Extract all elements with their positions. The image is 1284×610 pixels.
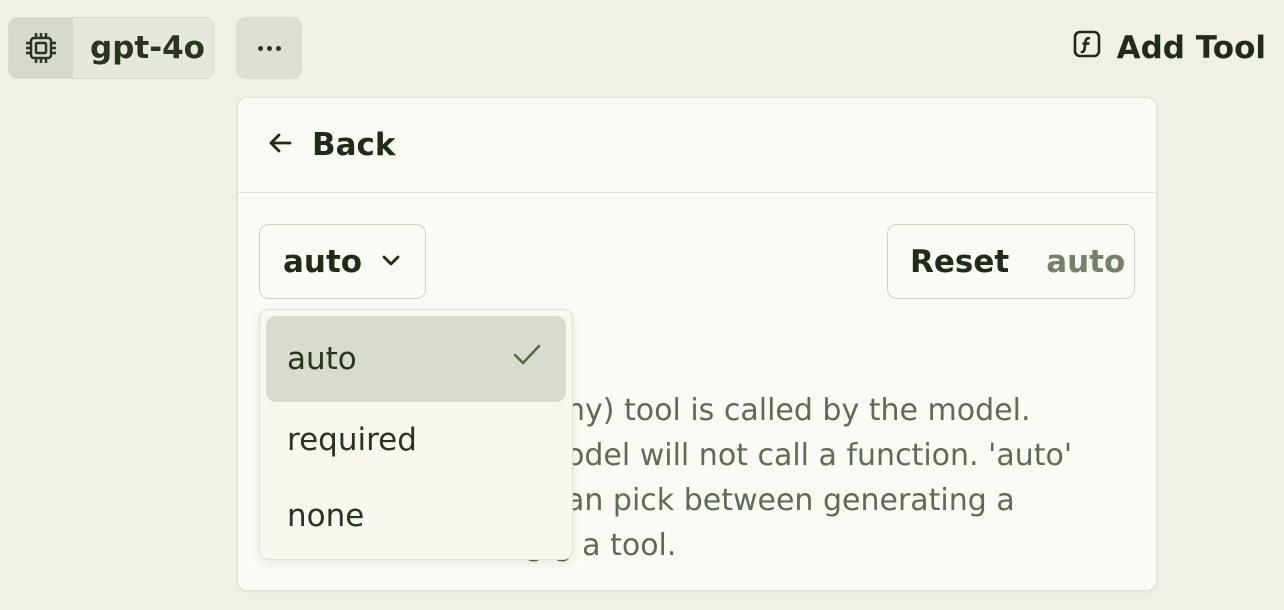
tool-choice-value: auto <box>283 243 363 280</box>
option-label: none <box>287 498 365 534</box>
more-options-button[interactable] <box>236 17 302 79</box>
ellipsis-icon <box>257 45 281 51</box>
option-none[interactable]: none <box>266 478 566 554</box>
panel-header: Back <box>238 98 1156 193</box>
tool-choice-dropdown: auto required none <box>259 309 573 560</box>
reset-default-value: auto <box>1046 243 1126 280</box>
check-icon <box>512 340 542 378</box>
option-label: auto <box>287 341 357 377</box>
option-required[interactable]: required <box>266 402 566 478</box>
cpu-chip-icon <box>9 18 73 78</box>
tool-choice-select[interactable]: auto <box>259 224 426 299</box>
add-tool-label: Add Tool <box>1116 30 1266 66</box>
top-bar: gpt-4o Add Tool <box>0 0 1284 96</box>
arrow-left-icon <box>266 129 294 161</box>
option-label: required <box>287 422 417 458</box>
reset-label: Reset <box>910 243 1010 280</box>
model-selector[interactable]: gpt-4o <box>8 17 214 79</box>
option-auto[interactable]: auto <box>266 316 566 402</box>
model-name: gpt-4o <box>90 30 205 66</box>
chevron-down-icon <box>380 249 402 275</box>
back-label: Back <box>312 127 396 163</box>
add-tool-button[interactable]: Add Tool <box>1073 24 1266 72</box>
back-button[interactable]: Back <box>266 127 396 163</box>
function-square-icon <box>1073 30 1101 66</box>
reset-button[interactable]: Reset auto <box>887 224 1135 299</box>
